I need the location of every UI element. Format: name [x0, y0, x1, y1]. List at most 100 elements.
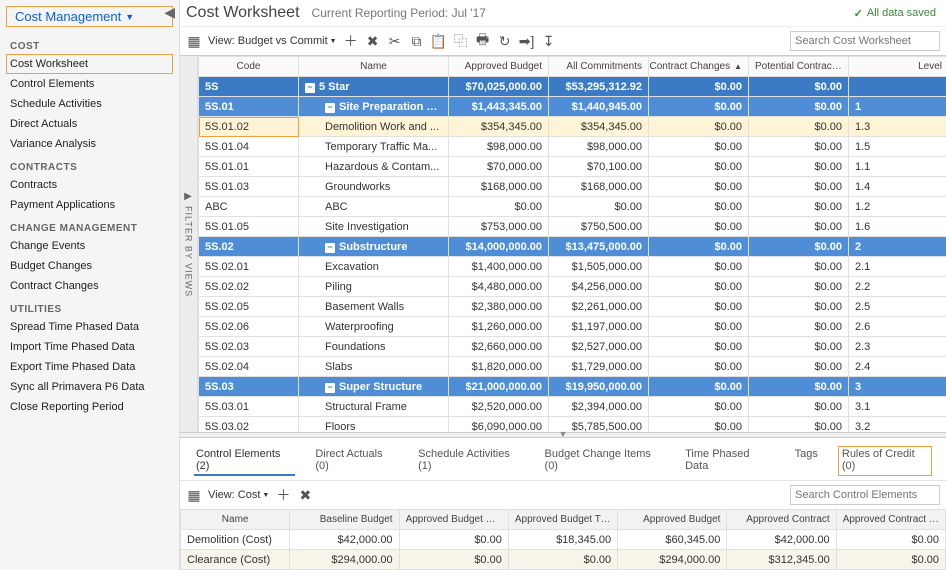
table-row[interactable]: 5S.02.04Slabs$1,820,000.00$1,729,000.00$…: [199, 357, 946, 377]
detail-tab[interactable]: Schedule Activities (1): [416, 446, 524, 476]
duplicate-icon[interactable]: ⿻: [453, 33, 469, 49]
search-control-elements-input[interactable]: [790, 485, 940, 505]
paste-icon[interactable]: 📋: [431, 33, 447, 49]
column-header[interactable]: Pending Contract Changes▲: [649, 57, 749, 77]
sidebar-item[interactable]: Cost Worksheet: [6, 54, 173, 74]
collapse-icon[interactable]: −: [325, 243, 335, 253]
sidebar-item[interactable]: Variance Analysis: [0, 134, 179, 154]
cell-code: 5S.02.05: [199, 297, 299, 317]
cell-value: $1,197,000.00: [549, 317, 649, 337]
add-icon[interactable]: ＋: [343, 33, 359, 49]
cell-value: $0.00: [749, 337, 849, 357]
import-icon[interactable]: ➡]: [519, 33, 535, 49]
refresh-icon[interactable]: ↻: [497, 33, 513, 49]
sidebar-item[interactable]: Close Reporting Period: [0, 397, 179, 417]
column-header[interactable]: Approved Budget: [449, 57, 549, 77]
cell-value: $0.00: [399, 550, 508, 570]
table-row[interactable]: Clearance (Cost)$294,000.00$0.00$0.00$29…: [181, 550, 946, 570]
table-row[interactable]: 5S.02.02Piling$4,480,000.00$4,256,000.00…: [199, 277, 946, 297]
table-row[interactable]: 5S.02.03Foundations$2,660,000.00$2,527,0…: [199, 337, 946, 357]
detail-tab[interactable]: Rules of Credit (0): [838, 446, 932, 476]
view-selector[interactable]: View: Cost▼: [208, 489, 269, 501]
column-header[interactable]: Approved Budget: [618, 510, 727, 530]
column-header[interactable]: Approved Budget Changes: [399, 510, 508, 530]
table-row[interactable]: 5S.01.05Site Investigation$753,000.00$75…: [199, 217, 946, 237]
grid-icon[interactable]: ▦: [186, 33, 202, 49]
column-header[interactable]: Approved Contract: [727, 510, 836, 530]
table-row[interactable]: 5S.03.01Structural Frame$2,520,000.00$2,…: [199, 397, 946, 417]
sidebar-item[interactable]: Schedule Activities: [0, 94, 179, 114]
sidebar-item[interactable]: Direct Actuals: [0, 114, 179, 134]
detail-tab[interactable]: Control Elements (2): [194, 446, 295, 476]
print-icon[interactable]: 🖶: [475, 33, 491, 49]
table-row[interactable]: ABCABC$0.00$0.00$0.00$0.001.2: [199, 197, 946, 217]
copy-icon[interactable]: ⧉: [409, 33, 425, 49]
column-header[interactable]: Name: [181, 510, 290, 530]
cell-value: $0.00: [649, 377, 749, 397]
filter-by-views-tab[interactable]: ▶ FILTER BY VIEWS: [180, 56, 198, 432]
column-header[interactable]: Approved Contract Changes: [836, 510, 945, 530]
table-row[interactable]: 5S.01.02Demolition Work and ...$354,345.…: [199, 117, 946, 137]
column-header[interactable]: All Commitments: [549, 57, 649, 77]
search-worksheet-input[interactable]: [790, 31, 940, 51]
column-header[interactable]: Code: [199, 57, 299, 77]
add-icon[interactable]: ＋: [275, 487, 291, 503]
column-header[interactable]: Name: [299, 57, 449, 77]
cell-value: $168,000.00: [549, 177, 649, 197]
cell-value: $0.00: [749, 237, 849, 257]
detail-tab[interactable]: Tags: [793, 446, 820, 476]
sidebar-item[interactable]: Payment Applications: [0, 195, 179, 215]
grid-icon[interactable]: ▦: [186, 487, 202, 503]
column-header[interactable]: Potential Contract Changes: [749, 57, 849, 77]
cell-value: $1,729,000.00: [549, 357, 649, 377]
sidebar-item[interactable]: Export Time Phased Data: [0, 357, 179, 377]
table-row[interactable]: Demolition (Cost)$42,000.00$0.00$18,345.…: [181, 530, 946, 550]
sidebar-item[interactable]: Contract Changes: [0, 276, 179, 296]
sidebar-item[interactable]: Control Elements: [0, 74, 179, 94]
cell-code: 5S.01.05: [199, 217, 299, 237]
worksheet-grid[interactable]: CodeNameApproved BudgetAll CommitmentsPe…: [198, 56, 946, 432]
cell-value: $98,000.00: [449, 137, 549, 157]
cell-name: Hazardous & Contam...: [299, 157, 449, 177]
table-row[interactable]: 5S−5 Star$70,025,000.00$53,295,312.92$0.…: [199, 77, 946, 97]
collapse-icon[interactable]: −: [305, 83, 315, 93]
collapse-sidebar-icon[interactable]: ◀: [164, 4, 175, 21]
cell-value: $2,261,000.00: [549, 297, 649, 317]
table-row[interactable]: 5S.03−Super Structure$21,000,000.00$19,9…: [199, 377, 946, 397]
cell-value: 2.3: [849, 337, 946, 357]
export-icon[interactable]: ↧: [541, 33, 557, 49]
sidebar-item[interactable]: Import Time Phased Data: [0, 337, 179, 357]
table-row[interactable]: 5S.02.06Waterproofing$1,260,000.00$1,197…: [199, 317, 946, 337]
collapse-icon[interactable]: −: [325, 103, 335, 113]
column-header[interactable]: Level: [849, 57, 946, 77]
module-selector[interactable]: Cost Management ▼: [6, 6, 173, 27]
table-row[interactable]: 5S.01.04Temporary Traffic Ma...$98,000.0…: [199, 137, 946, 157]
sidebar-item[interactable]: Contracts: [0, 175, 179, 195]
view-selector[interactable]: View: Budget vs Commit▼: [208, 35, 337, 47]
cut-icon[interactable]: ✂: [387, 33, 403, 49]
sidebar-item[interactable]: Sync all Primavera P6 Data: [0, 377, 179, 397]
cell-value: $312,345.00: [727, 550, 836, 570]
table-row[interactable]: 5S.03.02Floors$6,090,000.00$5,785,500.00…: [199, 417, 946, 433]
table-row[interactable]: 5S.01.03Groundworks$168,000.00$168,000.0…: [199, 177, 946, 197]
sidebar-section-header: CHANGE MANAGEMENT: [0, 215, 179, 236]
sidebar-item[interactable]: Budget Changes: [0, 256, 179, 276]
table-row[interactable]: 5S.02−Substructure$14,000,000.00$13,475,…: [199, 237, 946, 257]
table-row[interactable]: 5S.02.01Excavation$1,400,000.00$1,505,00…: [199, 257, 946, 277]
cell-value: $60,345.00: [618, 530, 727, 550]
table-row[interactable]: 5S.02.05Basement Walls$2,380,000.00$2,26…: [199, 297, 946, 317]
sidebar-item[interactable]: Spread Time Phased Data: [0, 317, 179, 337]
sidebar-item[interactable]: Change Events: [0, 236, 179, 256]
collapse-icon[interactable]: −: [325, 383, 335, 393]
control-elements-grid[interactable]: NameBaseline BudgetApproved Budget Chang…: [180, 509, 946, 570]
detail-tab[interactable]: Direct Actuals (0): [313, 446, 398, 476]
table-row[interactable]: 5S.01.01Hazardous & Contam...$70,000.00$…: [199, 157, 946, 177]
column-header[interactable]: Baseline Budget: [290, 510, 399, 530]
delete-icon[interactable]: ✖: [365, 33, 381, 49]
detail-tab[interactable]: Time Phased Data: [683, 446, 775, 476]
detail-tab[interactable]: Budget Change Items (0): [543, 446, 666, 476]
column-header[interactable]: Approved Budget Transfers: [508, 510, 617, 530]
delete-icon[interactable]: ✖: [297, 487, 313, 503]
table-row[interactable]: 5S.01−Site Preparation Works$1,443,345.0…: [199, 97, 946, 117]
cell-value: $4,480,000.00: [449, 277, 549, 297]
